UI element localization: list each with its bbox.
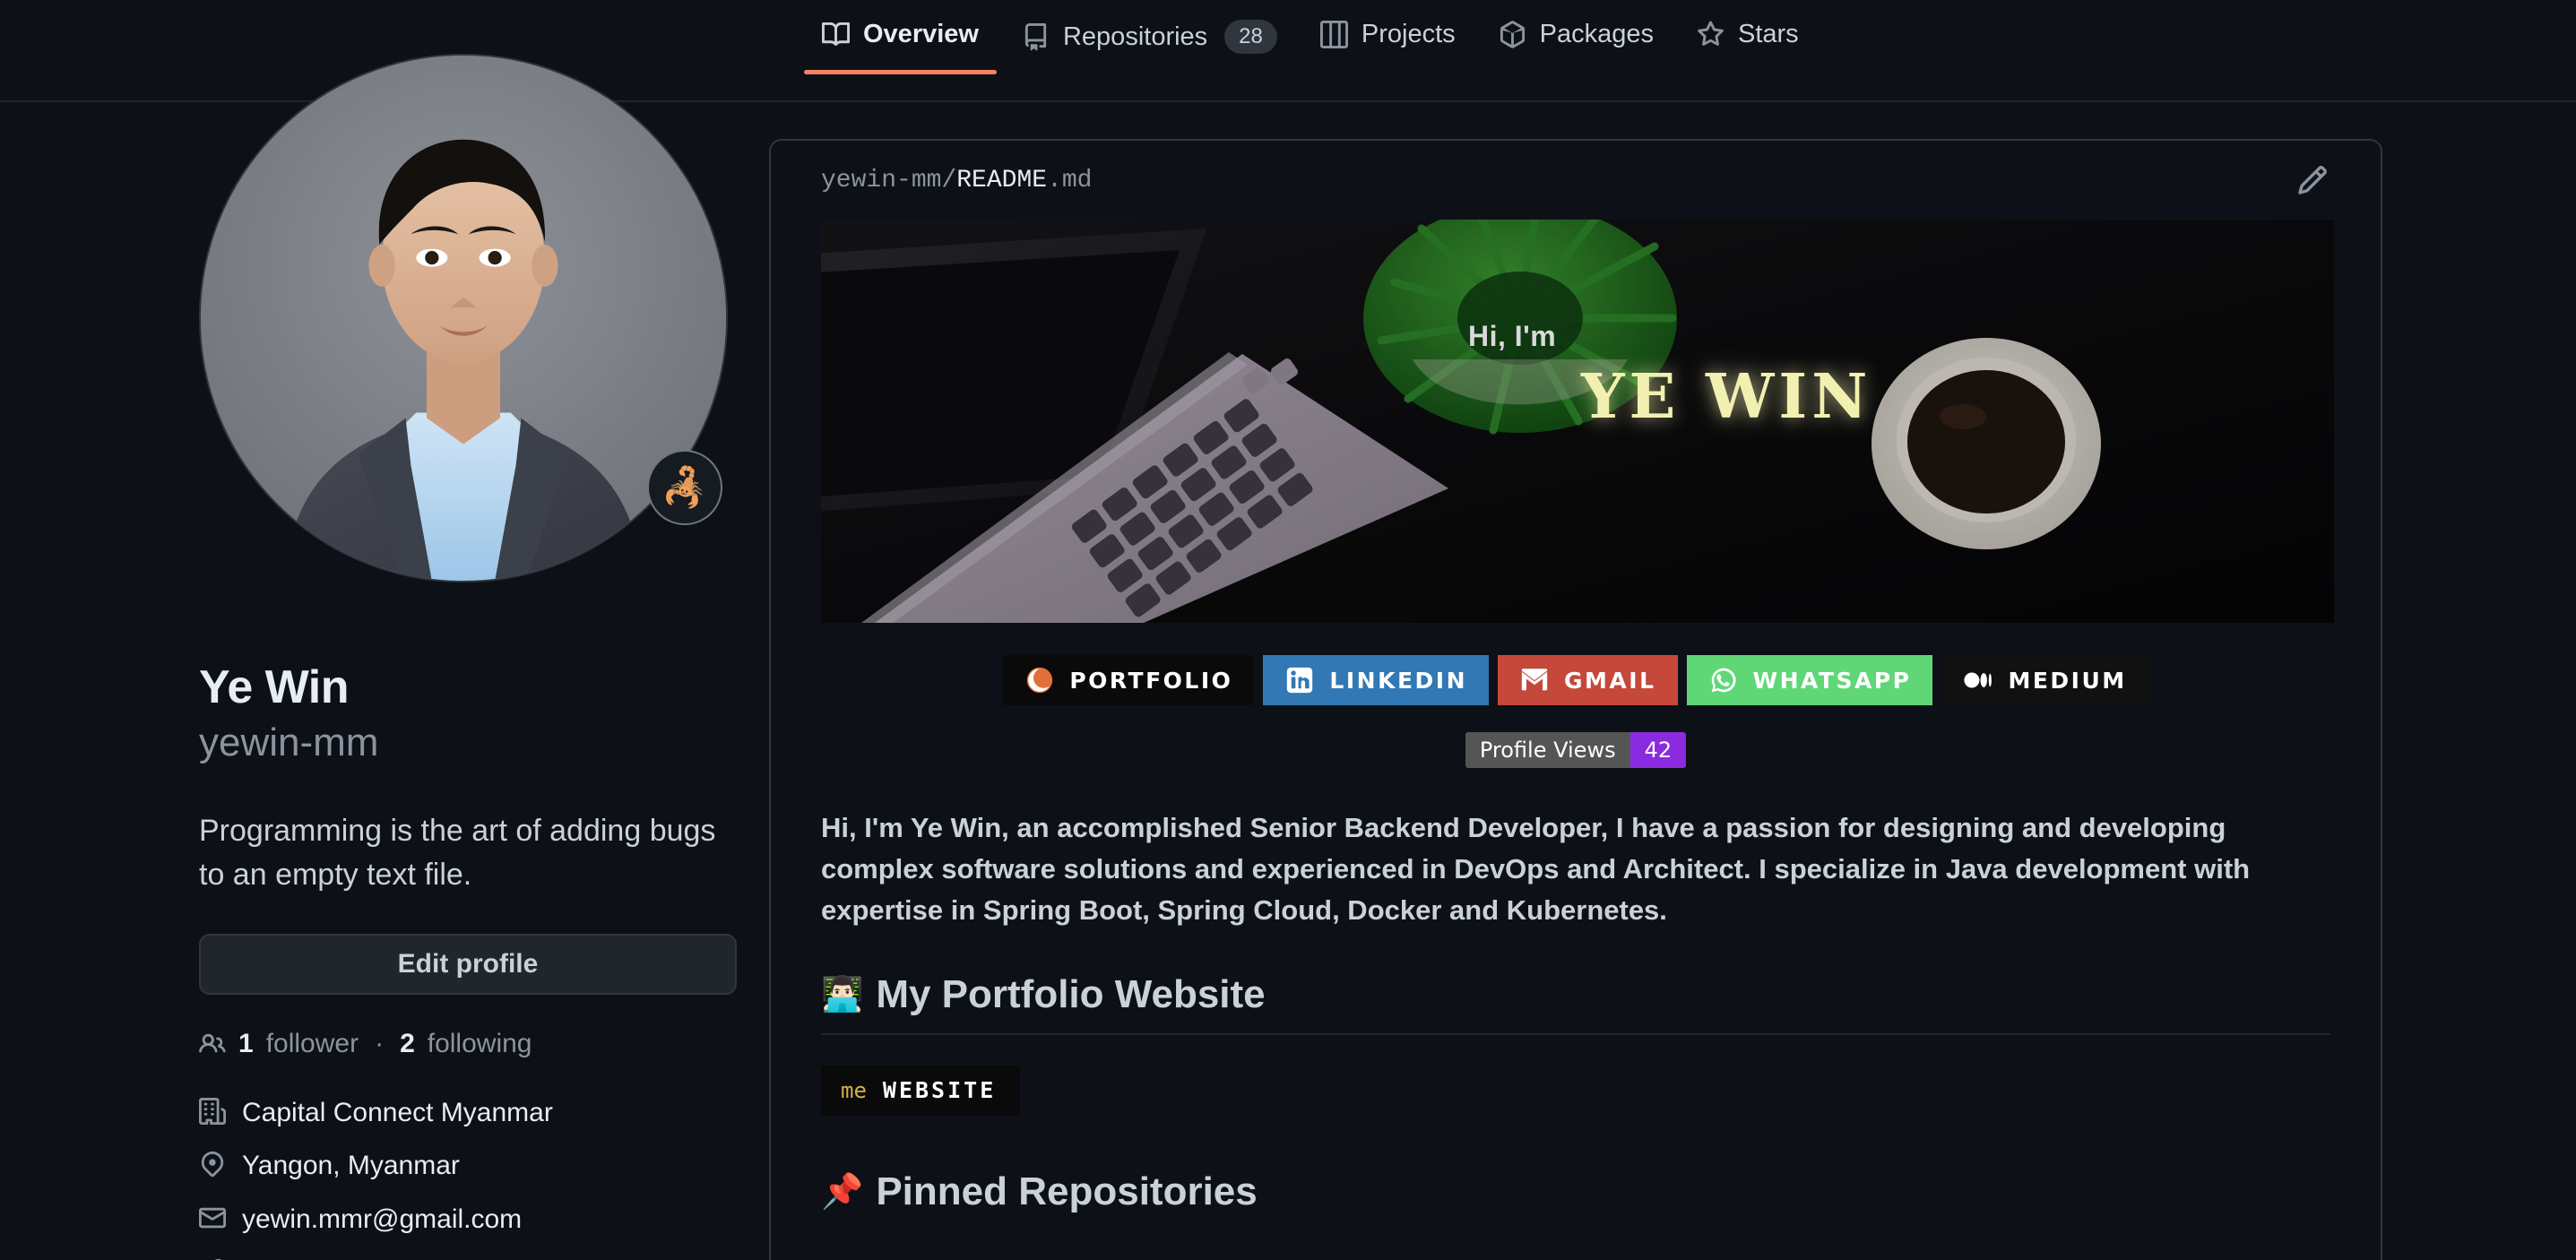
tab-packages-label: Packages: [1539, 20, 1654, 48]
badge-whatsapp[interactable]: WHATSAPP: [1686, 655, 1933, 705]
avatar-container: 🦂: [199, 54, 728, 583]
profile-views-row: Profile Views 42: [771, 732, 2381, 768]
technologist-icon: 👨🏻‍💻: [821, 975, 864, 1014]
status-emoji: 🦂: [661, 465, 709, 508]
banner-name: YE WIN: [1581, 361, 1872, 433]
profile-full-name: Ye Win: [199, 661, 350, 713]
tab-overview[interactable]: Overview: [800, 20, 1000, 74]
followers-row: 1 follower · 2 following: [199, 1029, 737, 1059]
readme-banner: Hi, I'm YE WIN: [821, 220, 2334, 623]
followers-count[interactable]: 1: [238, 1029, 254, 1059]
edit-profile-button[interactable]: Edit profile: [199, 933, 737, 995]
tab-projects[interactable]: Projects: [1299, 20, 1477, 74]
followers-separator: ·: [375, 1028, 385, 1058]
badge-whatsapp-label: WHATSAPP: [1752, 667, 1912, 694]
badge-linkedin-label: LINKEDIN: [1329, 667, 1468, 694]
profile-views-count: 42: [1629, 732, 1687, 768]
gmail-icon: [1519, 665, 1550, 695]
pencil-icon[interactable]: [2296, 164, 2329, 196]
detail-link-linkedin-text: https://www.linkedin.com/in/ye-win-1a33a…: [242, 1253, 737, 1260]
breadcrumb-separator: /: [941, 166, 957, 194]
section-pinned-repositories-title: Pinned Repositories: [876, 1169, 1258, 1213]
profile-nav-tabs: Overview Repositories 28 Projects Packag…: [800, 20, 1820, 79]
detail-location: Yangon, Myanmar: [199, 1146, 737, 1186]
whatsapp-icon: [1708, 665, 1739, 695]
followers-label: follower: [265, 1028, 359, 1058]
medium-icon: [1963, 665, 1993, 695]
badge-gmail[interactable]: GMAIL: [1498, 655, 1678, 705]
tab-stars-label: Stars: [1738, 20, 1799, 48]
breadcrumb-owner[interactable]: yewin-mm: [821, 167, 941, 194]
repositories-count-badge: 28: [1224, 20, 1277, 54]
firefox-icon: [1024, 665, 1055, 695]
profile-login: yewin-mm: [199, 720, 379, 764]
profile-bio: Programming is the art of adding bugs to…: [199, 813, 716, 893]
people-icon: [199, 1031, 226, 1057]
section-portfolio-website-title: My Portfolio Website: [876, 971, 1266, 1016]
location-icon: [199, 1151, 226, 1178]
banner-greeting: Hi, I'm: [1468, 320, 1557, 352]
organization-icon: [199, 1097, 226, 1125]
tab-stars[interactable]: Stars: [1675, 20, 1820, 74]
tab-repositories-label: Repositories: [1062, 22, 1208, 51]
detail-organization-text: Capital Connect Myanmar: [242, 1097, 553, 1127]
detail-email[interactable]: yewin.mmr@gmail.com: [199, 1200, 737, 1239]
detail-email-text: yewin.mmr@gmail.com: [242, 1204, 523, 1234]
readme-header: yewin-mm/README.md: [771, 141, 2381, 220]
package-icon: [1499, 21, 1526, 48]
linkedin-icon: [1284, 665, 1315, 695]
badge-linkedin[interactable]: LINKEDIN: [1263, 655, 1490, 705]
badge-medium[interactable]: MEDIUM: [1941, 655, 2148, 705]
badge-website-prefix: me: [841, 1077, 867, 1103]
tab-repositories[interactable]: Repositories 28: [1000, 20, 1299, 79]
badge-website-label: WEBSITE: [882, 1077, 997, 1104]
badge-gmail-label: GMAIL: [1564, 667, 1656, 694]
profile-views-badge[interactable]: Profile Views 42: [1465, 732, 1687, 768]
breadcrumb: yewin-mm/README.md: [821, 167, 1092, 194]
status-badge[interactable]: 🦂: [647, 450, 722, 525]
breadcrumb-file[interactable]: README: [956, 167, 1047, 194]
detail-location-text: Yangon, Myanmar: [242, 1151, 460, 1181]
following-label: following: [427, 1028, 532, 1058]
social-badge-row: PORTFOLIO LINKEDIN GMAIL WHATSAPP MEDIUM: [821, 655, 2330, 705]
profile-sidebar: 🦂 Ye Win yewin-mm Programming is the art…: [199, 54, 737, 1260]
pushpin-icon: 📌: [821, 1172, 864, 1211]
profile-details: Capital Connect Myanmar Yangon, Myanmar …: [199, 1093, 737, 1260]
badge-portfolio[interactable]: PORTFOLIO: [1003, 655, 1255, 705]
profile-readme-card: yewin-mm/README.md Hi, I'm YE WIN PORTFO…: [769, 139, 2382, 1260]
badge-portfolio-label: PORTFOLIO: [1069, 667, 1233, 694]
avatar[interactable]: [199, 54, 728, 583]
following-count[interactable]: 2: [400, 1029, 415, 1059]
breadcrumb-extension: .md: [1047, 166, 1093, 194]
book-icon: [822, 21, 850, 48]
detail-link-linkedin[interactable]: https://www.linkedin.com/in/ye-win-1a33a…: [199, 1253, 737, 1260]
detail-organization[interactable]: Capital Connect Myanmar: [199, 1093, 737, 1133]
badge-website[interactable]: me WEBSITE: [821, 1065, 1020, 1116]
readme-intro-paragraph: Hi, I'm Ye Win, an accomplished Senior B…: [821, 812, 2251, 926]
section-pinned-repositories: 📌 Pinned Repositories: [821, 1169, 2330, 1214]
tab-projects-label: Projects: [1361, 20, 1456, 48]
repo-icon: [1022, 22, 1050, 51]
profile-views-label: Profile Views: [1465, 732, 1630, 768]
badge-medium-label: MEDIUM: [2008, 667, 2127, 694]
mail-icon: [199, 1204, 226, 1231]
project-icon: [1319, 21, 1348, 48]
tab-overview-label: Overview: [863, 20, 979, 48]
star-icon: [1697, 21, 1725, 48]
section-portfolio-website: 👨🏻‍💻 My Portfolio Website: [821, 972, 2330, 1035]
tab-packages[interactable]: Packages: [1477, 20, 1675, 74]
